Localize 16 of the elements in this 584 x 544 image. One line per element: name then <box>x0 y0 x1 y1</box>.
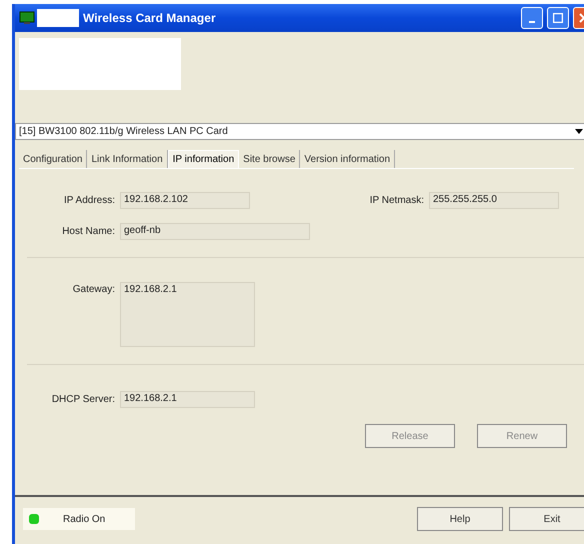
tab[interactable]: IP information <box>168 150 240 168</box>
ip-address-field: 192.168.2.102 <box>120 192 250 209</box>
field-label: IP Netmask: <box>368 195 424 206</box>
adapter-dropdown[interactable]: [15] BW3100 802.11b/g Wireless LAN PC Card <box>15 123 584 140</box>
field-label: Gateway: <box>72 284 115 295</box>
window-title: Wireless Card Manager <box>83 11 216 25</box>
dialog-button[interactable]: Exit <box>509 507 584 531</box>
ip-netmask-field: 255.255.255.0 <box>429 192 559 209</box>
dialog-button[interactable]: Help <box>417 507 503 531</box>
field-label: Host Name: <box>61 226 115 237</box>
dhcp-server-field: 192.168.2.1 <box>120 391 255 408</box>
field-label: DHCP Server: <box>50 394 115 405</box>
gateway-list: 192.168.2.1 <box>120 282 255 347</box>
field-label: IP Address: <box>63 195 115 206</box>
radio-status-text: Radio On <box>63 514 106 524</box>
host-name-field: geoff-nb <box>120 223 310 240</box>
